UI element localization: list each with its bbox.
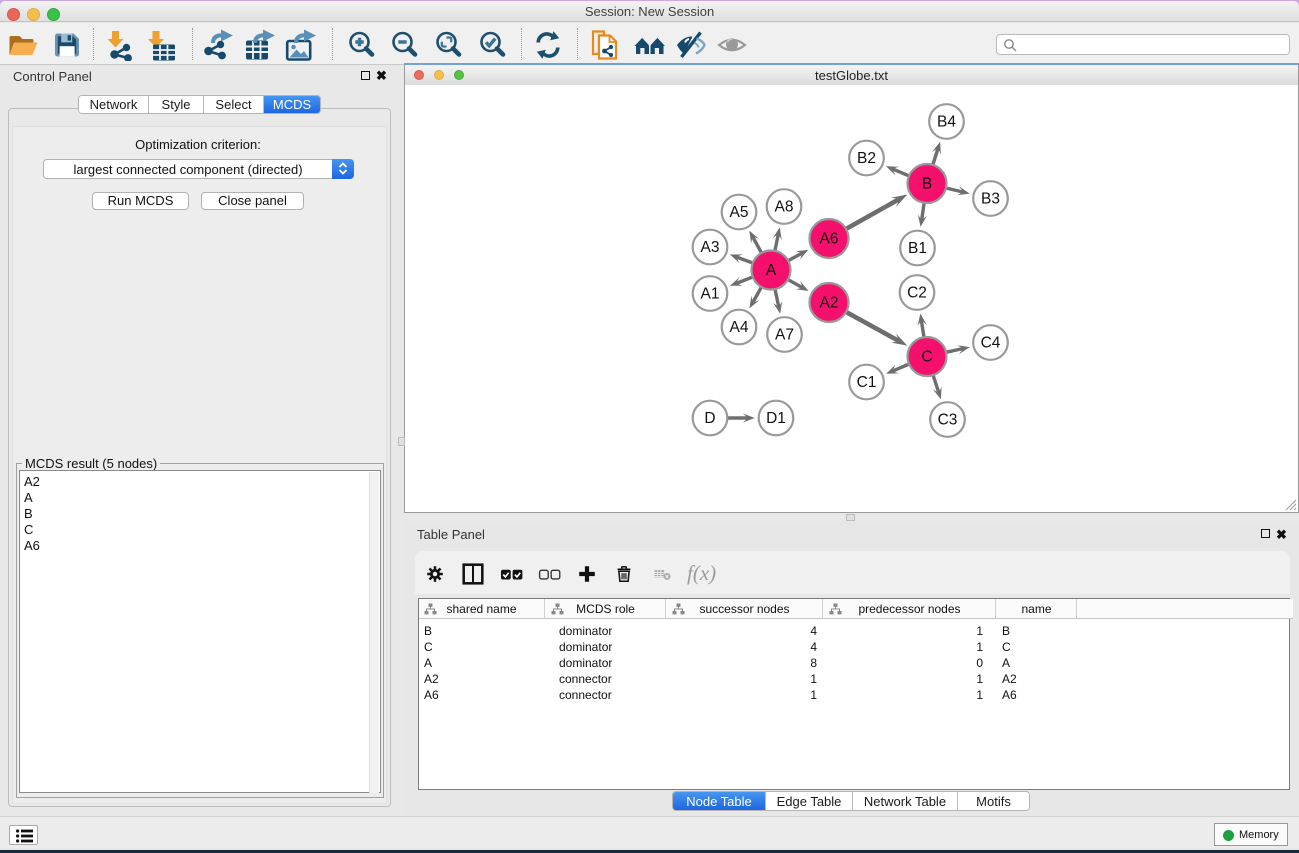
svg-text:C1: C1	[857, 374, 877, 391]
svg-text:D1: D1	[766, 410, 786, 427]
svg-text:B3: B3	[981, 191, 1000, 208]
svg-text:C: C	[921, 349, 932, 366]
svg-text:f(x): f(x)	[687, 561, 716, 585]
svg-text:B: B	[922, 176, 932, 193]
svg-text:B2: B2	[857, 150, 876, 167]
svg-text:A5: A5	[730, 204, 749, 221]
svg-text:A6: A6	[820, 231, 839, 248]
svg-text:C4: C4	[981, 335, 1001, 352]
svg-text:C2: C2	[907, 285, 927, 302]
svg-text:A7: A7	[775, 327, 794, 344]
svg-text:A1: A1	[701, 286, 720, 303]
svg-text:A8: A8	[775, 199, 794, 216]
svg-text:D: D	[704, 410, 715, 427]
svg-text:C3: C3	[938, 412, 958, 429]
svg-text:B4: B4	[937, 114, 956, 131]
svg-text:B1: B1	[908, 240, 927, 257]
svg-text:A4: A4	[730, 319, 749, 336]
svg-text:A3: A3	[701, 239, 720, 256]
svg-text:A2: A2	[820, 295, 839, 312]
svg-text:A: A	[766, 262, 777, 279]
